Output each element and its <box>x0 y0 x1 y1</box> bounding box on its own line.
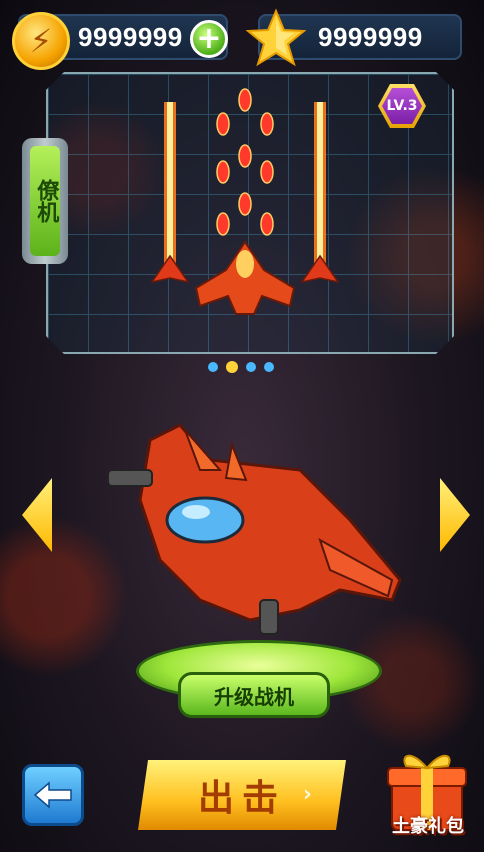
page-dot[interactable] <box>208 362 218 372</box>
page-dot-active[interactable] <box>226 361 238 373</box>
add-coins-button[interactable]: + <box>190 20 228 58</box>
back-arrow-icon <box>33 781 72 809</box>
launch-label: 出击 <box>197 778 286 819</box>
page-indicator <box>208 361 274 373</box>
wingman-tab-label: 僚机 <box>30 146 60 256</box>
chevron-right-icon: › <box>302 782 320 807</box>
launch-button[interactable]: 出击 › <box>138 760 346 830</box>
star-icon <box>246 8 306 67</box>
coin-count: 9999999 <box>78 22 183 52</box>
level-label: LV.3 <box>382 88 422 124</box>
upgrade-fighter-button[interactable]: 升级战机 <box>178 672 330 718</box>
lightning-coin-icon: ⚡ <box>12 12 70 70</box>
back-button[interactable] <box>22 764 84 826</box>
page-dot[interactable] <box>246 362 256 372</box>
page-dot[interactable] <box>264 362 274 372</box>
wingman-tab[interactable]: 僚机 <box>22 138 68 264</box>
gift-pack-label[interactable]: 土豪礼包 <box>378 812 478 838</box>
star-count: 9999999 <box>318 22 423 52</box>
